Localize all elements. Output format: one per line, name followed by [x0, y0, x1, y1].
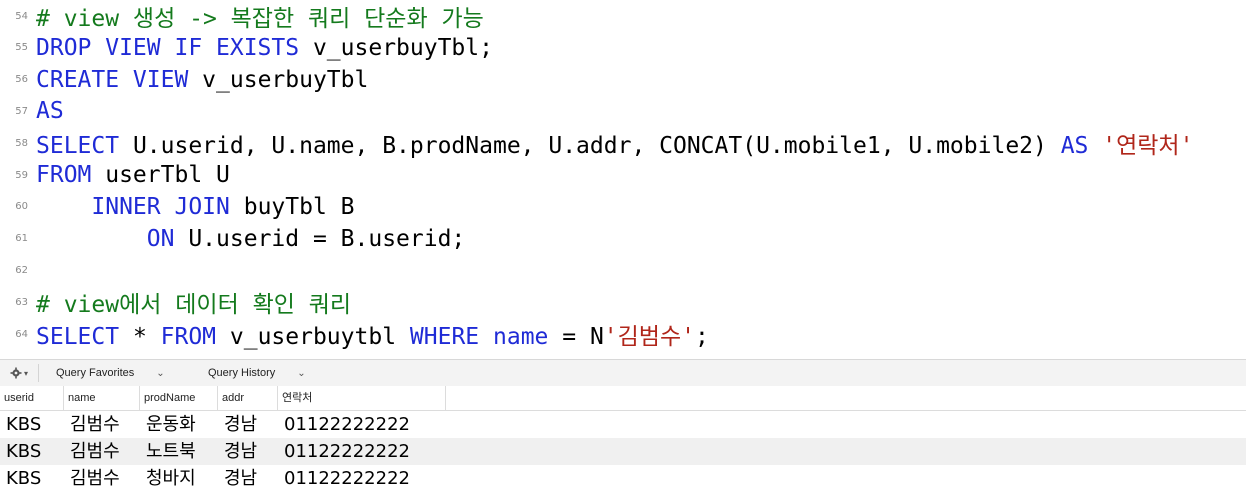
- sql-editor[interactable]: 54 # view 생성 -> 복잡한 쿼리 단순화 가능 55 DROP VIEW …: [0, 0, 1246, 350]
- sql-comment: # view 생성 -> 복잡한 쿼리 단순화 가능: [36, 6, 484, 32]
- cell-name[interactable]: 김범수: [64, 411, 146, 438]
- code-text[interactable]: AS: [36, 98, 64, 124]
- line-number: 63: [15, 296, 28, 308]
- sql-string: '연락처': [1102, 133, 1194, 160]
- code-text[interactable]: # view에서 데이터 확인 쿼리: [36, 285, 351, 319]
- code-text[interactable]: SELECT * FROM v_userbuytbl WHERE name = …: [36, 317, 709, 350]
- sql-keyword: INNER JOIN: [36, 193, 230, 220]
- code-line[interactable]: 60 INNER JOIN buyTbl B: [0, 191, 1246, 223]
- sql-text: v_userbuytbl: [216, 324, 410, 350]
- results-toolbar: ▾ Query Favorites ⌄ Query History ⌄: [0, 359, 1246, 387]
- line-number: 59: [15, 169, 28, 181]
- code-line[interactable]: 63 # view에서 데이터 확인 쿼리: [0, 286, 1246, 318]
- chevron-down-icon: ⌄: [156, 367, 165, 379]
- query-history-button[interactable]: Query History ⌄: [208, 360, 306, 386]
- line-number: 61: [15, 233, 28, 245]
- sql-keyword: AS: [1060, 133, 1089, 160]
- code-line[interactable]: 58 SELECT U.userid, U.name, B.prodName, U…: [0, 127, 1246, 159]
- results-table: userid name prodName addr 연락처 KBS 김범수 운동…: [0, 386, 1246, 498]
- sql-text: ;: [694, 324, 709, 350]
- code-text[interactable]: CREATE VIEW v_userbuyTbl: [36, 67, 368, 93]
- cell-addr[interactable]: 경남: [218, 411, 284, 438]
- sql-keyword: WHERE: [409, 324, 480, 350]
- column-header-name[interactable]: name: [64, 386, 140, 410]
- sql-text: U.userid = B.userid;: [174, 225, 466, 252]
- code-line[interactable]: 55 DROP VIEW IF EXISTS v_userbuyTbl;: [0, 32, 1246, 64]
- line-number: 64: [15, 328, 28, 340]
- cell-prodname[interactable]: 운동화: [140, 411, 224, 438]
- sql-keyword: CREATE VIEW: [36, 66, 189, 93]
- cell-contact[interactable]: 01122222222: [278, 438, 452, 465]
- query-favorites-button[interactable]: Query Favorites ⌄: [56, 360, 165, 386]
- code-text[interactable]: INNER JOIN buyTbl B: [36, 193, 355, 220]
- sql-keyword: SELECT: [36, 133, 120, 160]
- code-text[interactable]: # view 생성 -> 복잡한 쿼리 단순화 가능: [36, 0, 484, 33]
- column-header-userid[interactable]: userid: [0, 386, 64, 410]
- code-line[interactable]: 59 FROM userTbl U: [0, 159, 1246, 191]
- code-line[interactable]: 56 CREATE VIEW v_userbuyTbl: [0, 64, 1246, 96]
- column-header-addr[interactable]: addr: [218, 386, 278, 410]
- column-header-prodname[interactable]: prodName: [140, 386, 218, 410]
- cell-name[interactable]: 김범수: [64, 438, 146, 465]
- sql-text: userTbl U: [91, 162, 230, 188]
- code-text[interactable]: ON U.userid = B.userid;: [36, 225, 466, 252]
- table-row[interactable]: KBS 김범수 운동화 경남 01122222222: [0, 411, 1246, 438]
- line-number: 54: [15, 10, 28, 22]
- cell-userid[interactable]: KBS: [0, 411, 70, 438]
- line-number: 56: [15, 74, 28, 86]
- sql-text: v_userbuyTbl;: [299, 34, 493, 61]
- cell-userid[interactable]: KBS: [0, 438, 70, 465]
- code-line[interactable]: 57 AS: [0, 95, 1246, 127]
- sql-keyword: ON: [36, 225, 175, 252]
- cell-prodname[interactable]: 노트북: [140, 438, 224, 465]
- cell-contact[interactable]: 01122222222: [278, 465, 452, 492]
- line-number: 62: [15, 264, 28, 276]
- code-line[interactable]: 61 ON U.userid = B.userid;: [0, 223, 1246, 255]
- line-number: 57: [15, 105, 28, 117]
- sql-keyword: FROM: [36, 162, 92, 188]
- code-text[interactable]: FROM userTbl U: [36, 162, 230, 188]
- sql-text: v_userbuyTbl: [188, 66, 369, 93]
- cell-addr[interactable]: 경남: [218, 465, 284, 492]
- sql-keyword: FROM: [160, 324, 217, 350]
- sql-keyword: AS: [36, 98, 64, 125]
- sql-comment: # view에서 데이터 확인 쿼리: [36, 292, 352, 319]
- table-row[interactable]: KBS 김범수 노트북 경남 01122222222: [0, 438, 1246, 465]
- query-favorites-label: Query Favorites: [56, 367, 135, 379]
- table-row[interactable]: KBS 김범수 청바지 경남 01122222222: [0, 465, 1246, 492]
- code-line[interactable]: 64 SELECT * FROM v_userbuytbl WHERE name …: [0, 318, 1246, 350]
- code-text[interactable]: DROP VIEW IF EXISTS v_userbuyTbl;: [36, 35, 493, 61]
- sql-keyword: DROP VIEW IF EXISTS: [36, 34, 300, 61]
- query-history-label: Query History: [208, 367, 276, 379]
- sql-keyword: name: [493, 324, 549, 350]
- sql-text: *: [119, 324, 161, 350]
- sql-keyword: SELECT: [36, 324, 120, 350]
- line-number: 60: [15, 201, 28, 213]
- sql-text: = N: [548, 324, 604, 350]
- toolbar-divider: [38, 364, 39, 382]
- sql-string: '김범수': [603, 324, 695, 350]
- cell-addr[interactable]: 경남: [218, 438, 284, 465]
- sql-text: U.userid, U.name, B.prodName, U.addr, CO…: [119, 133, 1061, 160]
- line-number: 58: [15, 137, 28, 149]
- code-line[interactable]: 54 # view 생성 -> 복잡한 쿼리 단순화 가능: [0, 0, 1246, 32]
- gear-icon: [10, 367, 22, 379]
- table-header: userid name prodName addr 연락처: [0, 386, 1246, 411]
- cell-prodname[interactable]: 청바지: [140, 465, 224, 492]
- column-header-contact[interactable]: 연락처: [278, 386, 446, 410]
- sql-text: buyTbl B: [229, 193, 355, 220]
- gear-dropdown-icon: ▾: [23, 368, 28, 378]
- code-line[interactable]: 62: [0, 254, 1246, 286]
- cell-userid[interactable]: KBS: [0, 465, 70, 492]
- gear-menu-button[interactable]: ▾: [6, 360, 32, 386]
- line-number: 55: [15, 42, 28, 54]
- code-text[interactable]: SELECT U.userid, U.name, B.prodName, U.a…: [36, 126, 1193, 160]
- chevron-down-icon: ⌄: [297, 367, 306, 379]
- cell-name[interactable]: 김범수: [64, 465, 146, 492]
- cell-contact[interactable]: 01122222222: [278, 411, 452, 438]
